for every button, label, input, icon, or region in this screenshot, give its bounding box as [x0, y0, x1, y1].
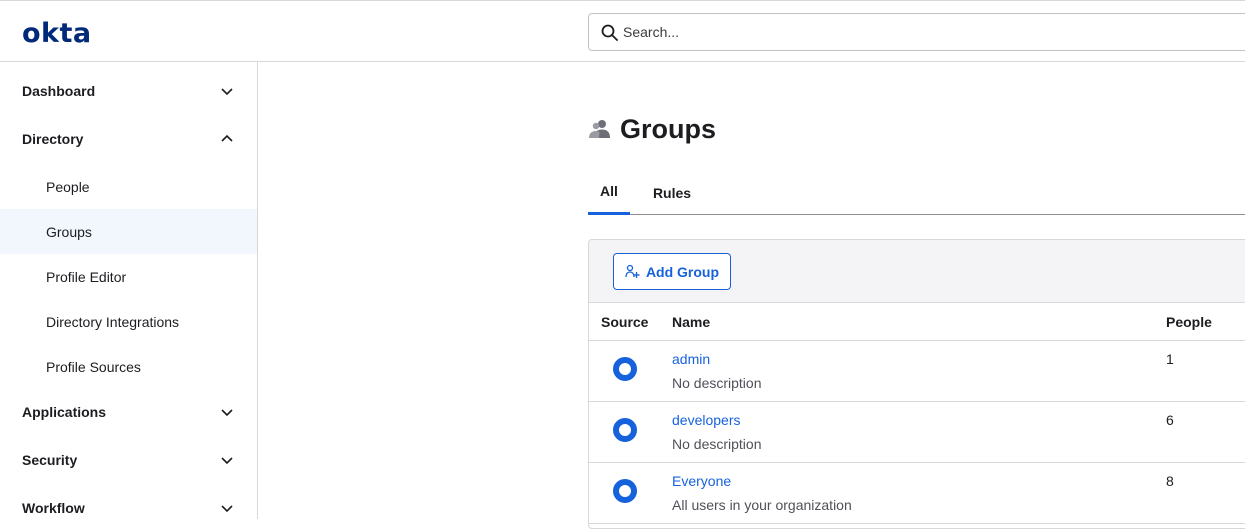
- nav-section-applications[interactable]: Applications: [0, 395, 257, 429]
- table-row: admin No description 1: [589, 341, 1245, 402]
- tab-bar: All Rules: [588, 170, 1245, 215]
- group-people-count: 1: [1166, 351, 1174, 367]
- okta-logo[interactable]: okta: [22, 18, 92, 49]
- chevron-down-icon: [221, 88, 233, 96]
- chevron-down-icon: [221, 409, 233, 417]
- nav-section-label: Workflow: [22, 500, 85, 516]
- tab-rules[interactable]: Rules: [650, 170, 694, 215]
- sidebar-item-label: Directory Integrations: [46, 313, 180, 330]
- sidebar-item-groups[interactable]: Groups: [0, 209, 257, 254]
- sidebar-item-people[interactable]: People: [0, 164, 257, 209]
- page-title: Groups: [588, 112, 716, 146]
- tab-label: Rules: [652, 184, 692, 201]
- table-row: developers No description 6: [589, 402, 1245, 463]
- nav-section-label: Applications: [22, 404, 107, 420]
- column-header-people[interactable]: People: [1166, 303, 1212, 341]
- sidebar-item-label: Groups: [46, 223, 92, 240]
- sidebar-item-profile-editor[interactable]: Profile Editor: [0, 254, 257, 299]
- sidebar-item-label: Profile Editor: [46, 268, 127, 285]
- tab-label: All: [600, 183, 618, 199]
- sidebar-item-label: Profile Sources: [46, 358, 141, 375]
- add-group-label: Add Group: [645, 263, 720, 280]
- nav-section-label: Security: [22, 452, 78, 468]
- group-description: No description: [672, 375, 762, 391]
- groups-table: Add Group Source Name People admin No de…: [588, 239, 1245, 529]
- search-input[interactable]: [623, 22, 1223, 42]
- tab-all[interactable]: All: [588, 170, 630, 215]
- search-box[interactable]: [588, 13, 1245, 51]
- group-name-link[interactable]: admin: [672, 351, 710, 367]
- nav-section-label: Dashboard: [22, 83, 96, 99]
- sidebar-item-profile-sources[interactable]: Profile Sources: [0, 344, 257, 389]
- add-group-button[interactable]: Add Group: [613, 253, 731, 290]
- group-people-count: 6: [1166, 412, 1174, 428]
- sidebar-item-label: People: [46, 178, 90, 195]
- okta-source-icon: [613, 418, 637, 442]
- add-group-icon: [625, 264, 640, 278]
- page-title-text: Groups: [620, 113, 717, 144]
- chevron-down-icon: [221, 457, 233, 465]
- nav-section-directory[interactable]: Directory: [0, 122, 257, 156]
- search-icon: [601, 24, 618, 41]
- column-header-source[interactable]: Source: [601, 303, 648, 341]
- groups-icon: [589, 120, 610, 138]
- group-name-link[interactable]: developers: [672, 412, 741, 428]
- group-description: No description: [672, 436, 762, 452]
- top-bar: okta: [0, 0, 1245, 62]
- group-people-count: 8: [1166, 473, 1174, 489]
- sidebar: Dashboard Directory People Groups Profil…: [0, 62, 258, 519]
- table-row: Everyone All users in your organization …: [589, 463, 1245, 524]
- nav-section-workflow[interactable]: Workflow: [0, 491, 257, 525]
- chevron-down-icon: [221, 505, 233, 513]
- group-description: All users in your organization: [672, 497, 852, 513]
- column-header-name[interactable]: Name: [672, 303, 710, 341]
- sidebar-item-directory-integrations[interactable]: Directory Integrations: [0, 299, 257, 344]
- chevron-up-icon: [221, 134, 233, 142]
- okta-source-icon: [613, 479, 637, 503]
- okta-source-icon: [613, 357, 637, 381]
- table-toolbar: Add Group: [589, 240, 1245, 303]
- nav-section-security[interactable]: Security: [0, 443, 257, 477]
- group-name-link[interactable]: Everyone: [672, 473, 731, 489]
- nav-section-dashboard[interactable]: Dashboard: [0, 74, 257, 108]
- nav-section-label: Directory: [22, 131, 84, 147]
